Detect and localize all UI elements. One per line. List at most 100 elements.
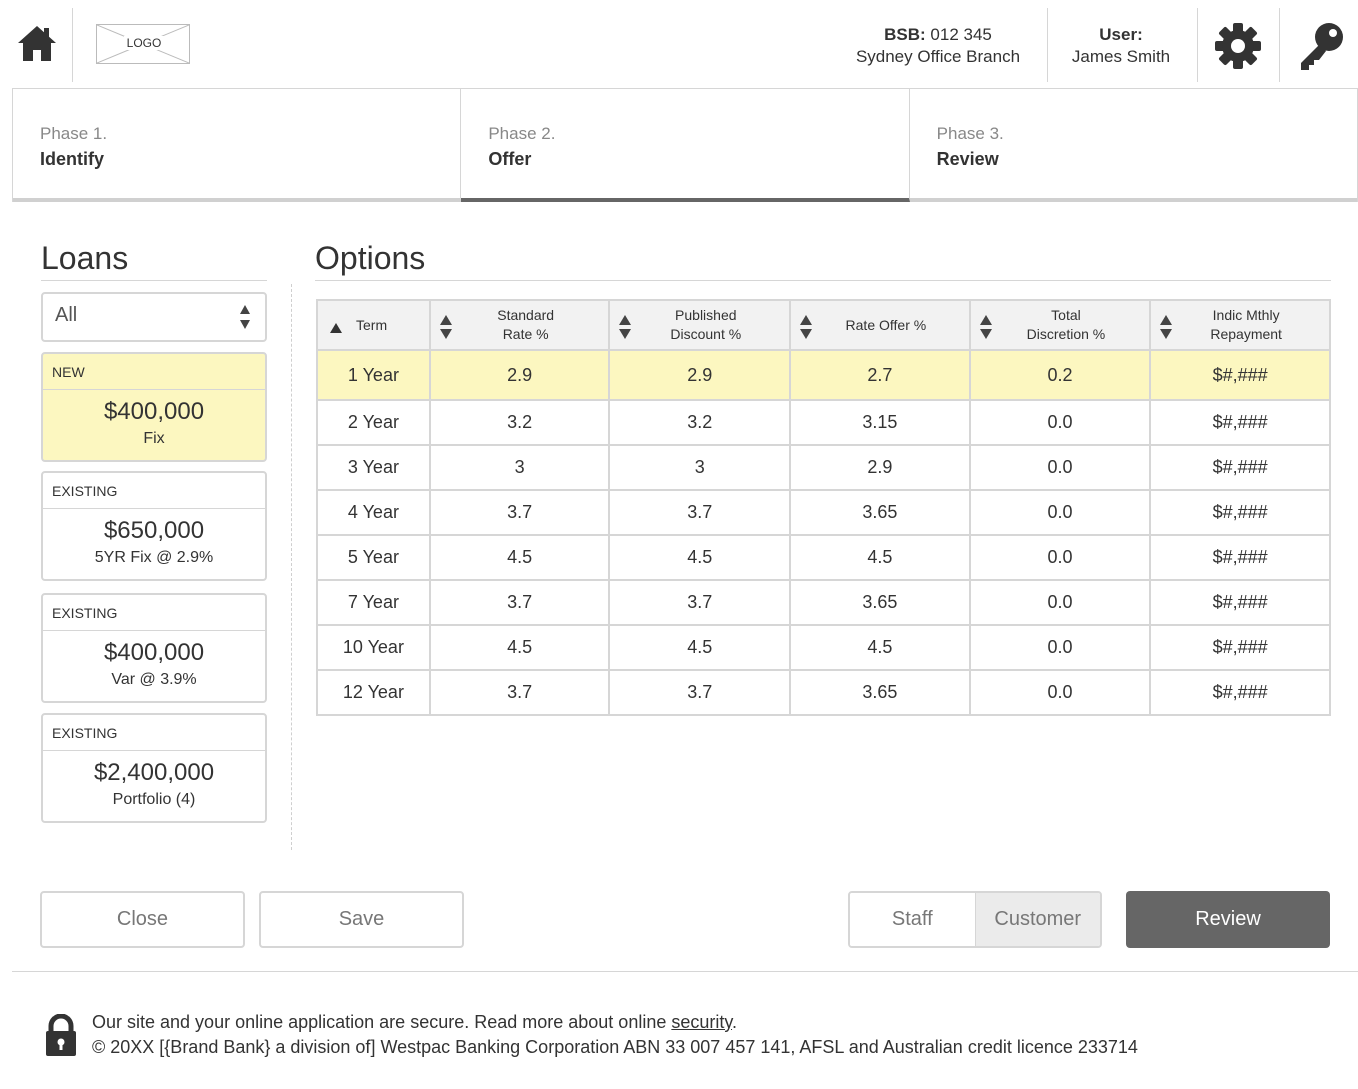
tab-phase-identify[interactable]: Phase 1. Identify [13,89,462,202]
table-cell: $#,### [1149,349,1331,401]
table-row[interactable]: 7 Year 3.7 3.7 3.65 0.0 $#,### [316,579,1331,626]
updown-arrows-icon [239,304,251,336]
column-header-label: Discount % [670,326,742,342]
loan-amount: $400,000 [103,398,205,425]
table-cell: 4.5 [428,624,611,671]
table-row[interactable]: 4 Year 3.7 3.7 3.65 0.0 $#,### [316,489,1331,536]
table-cell: 3.2 [428,399,611,446]
loan-description: Fix [143,430,165,447]
table-cell: 4 Year [316,489,431,536]
user-name: James Smith [1071,47,1171,66]
loan-card[interactable]: NEW $400,000 Fix [41,352,267,462]
table-cell: 3.2 [608,399,792,446]
branch-name: Sydney Office Branch [855,47,1021,66]
user-info: User: James Smith [1050,24,1192,68]
table-cell: 2.7 [789,349,971,401]
table-cell: $#,### [1149,399,1331,446]
sort-icon [618,314,632,345]
table-cell: 4.5 [789,624,971,671]
table-cell: 3 Year [316,444,431,491]
table-cell: 2.9 [789,444,971,491]
review-button[interactable]: Review [1126,891,1330,948]
security-notice-text: Our site and your online application are… [92,1012,672,1032]
loans-title: Loans [41,240,129,276]
loan-tag: EXISTING [43,595,265,631]
column-header-label: Total [1051,307,1081,323]
table-cell: $#,### [1149,624,1331,671]
bsb-label: BSB: [884,25,926,44]
table-row[interactable]: 1 Year 2.9 2.9 2.7 0.2 $#,### [316,349,1331,401]
table-row[interactable]: 5 Year 4.5 4.5 4.5 0.0 $#,### [316,534,1331,581]
table-row[interactable]: 10 Year 4.5 4.5 4.5 0.0 $#,### [316,624,1331,671]
sort-icon [1159,314,1173,345]
sort-icon [439,314,453,345]
column-header-label: Rate Offer % [845,316,927,333]
table-cell: $#,### [1149,489,1331,536]
home-icon[interactable] [14,20,60,66]
table-cell: 3.7 [428,669,611,716]
table-cell: 3.7 [428,489,611,536]
phase-number: Phase 1. [40,124,108,143]
column-header-rate-offer[interactable]: Rate Offer % [789,299,971,351]
tab-phase-offer[interactable]: Phase 2. Offer [461,89,910,202]
gear-icon[interactable] [1212,20,1264,72]
table-cell: 3.7 [608,669,792,716]
table-cell: 0.0 [968,624,1152,671]
security-link[interactable]: security [671,1012,732,1032]
column-header-label: Rate % [502,326,549,342]
table-row[interactable]: 12 Year 3.7 3.7 3.65 0.0 $#,### [316,669,1331,716]
table-cell: 3.7 [608,489,792,536]
phase-name: Offer [488,149,532,169]
table-cell: 3.65 [789,669,971,716]
table-cell: 3 [428,444,611,491]
column-header-published-discount[interactable]: Published Discount % [608,299,792,351]
column-header-standard-rate[interactable]: Standard Rate % [428,299,611,351]
table-cell: $#,### [1149,579,1331,626]
phase-tabs: Phase 1. Identify Phase 2. Offer Phase 3… [12,88,1358,202]
options-title: Options [315,240,426,276]
table-cell: 5 Year [316,534,431,581]
table-row[interactable]: 3 Year 3 3 2.9 0.0 $#,### [316,444,1331,491]
staff-toggle-option[interactable]: Staff [850,893,976,946]
loan-amount: $400,000 [103,639,205,666]
header-divider [1197,8,1198,82]
loan-description: Portfolio (4) [112,791,196,808]
column-header-label: Standard [497,307,555,323]
column-header-term[interactable]: Term [316,299,431,351]
loan-card[interactable]: EXISTING $650,000 5YR Fix @ 2.9% [41,471,267,581]
table-cell: $#,### [1149,669,1331,716]
key-icon[interactable] [1294,18,1350,74]
column-header-monthly-repayment[interactable]: Indic Mthly Repayment [1149,299,1331,351]
table-cell: 3.15 [789,399,971,446]
security-notice: Our site and your online application are… [92,1012,737,1033]
save-button[interactable]: Save [259,891,464,948]
column-header-label: Published [675,307,737,323]
loan-amount: $650,000 [103,517,205,544]
table-cell: 2 Year [316,399,431,446]
table-cell: 3.65 [789,579,971,626]
header: LOGO BSB: 012 345 Sydney Office Branch U… [0,0,1358,88]
table-cell: 10 Year [316,624,431,671]
table-row[interactable]: 2 Year 3.2 3.2 3.15 0.0 $#,### [316,399,1331,446]
loan-tag: EXISTING [43,473,265,509]
table-cell: 3.7 [428,579,611,626]
table-cell: 0.0 [968,399,1152,446]
logo-text: LOGO [123,36,165,50]
table-cell: 0.0 [968,579,1152,626]
tab-phase-review[interactable]: Phase 3. Review [909,89,1357,202]
loan-filter-select[interactable]: All [41,292,267,342]
sort-ascending-icon [330,319,342,338]
close-button[interactable]: Close [40,891,245,948]
phase-name: Review [936,149,999,169]
loan-card[interactable]: EXISTING $2,400,000 Portfolio (4) [41,713,267,823]
table-cell: 2.9 [608,349,792,401]
loan-card[interactable]: EXISTING $400,000 Var @ 3.9% [41,593,267,703]
table-cell: 0.0 [968,534,1152,581]
table-cell: 4.5 [608,534,792,581]
audience-toggle: Staff Customer [848,891,1102,948]
user-label: User: [1099,25,1143,44]
customer-toggle-option[interactable]: Customer [975,893,1100,946]
column-header-total-discretion[interactable]: Total Discretion % [968,299,1152,351]
loan-description: Var @ 3.9% [111,671,197,688]
column-header-label: Repayment [1210,326,1282,342]
